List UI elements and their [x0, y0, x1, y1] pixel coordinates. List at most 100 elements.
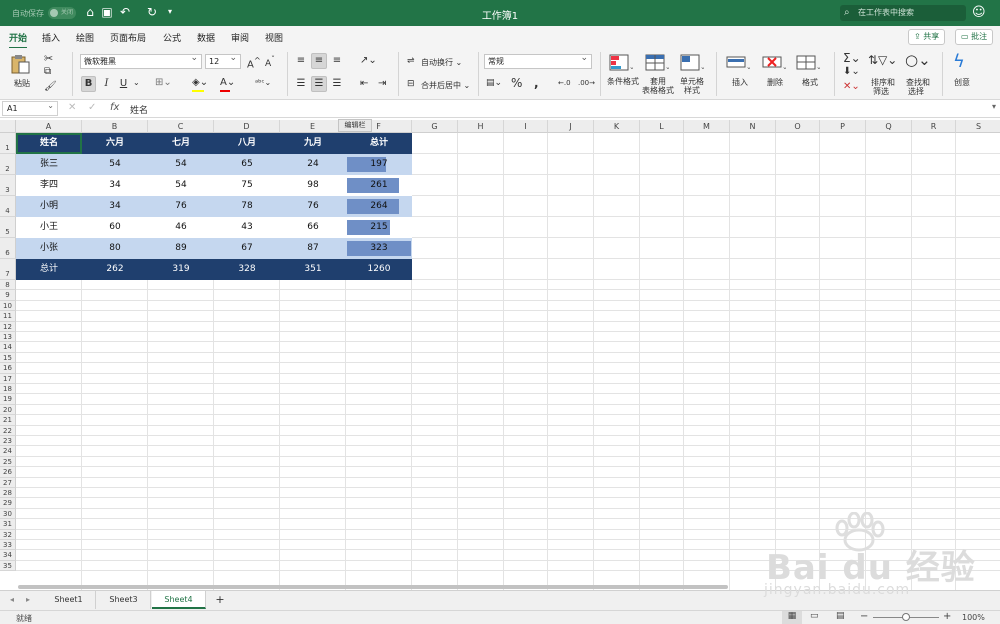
increase-decimal-icon[interactable]: ←.0 — [558, 79, 571, 87]
row-header-33[interactable]: 33 — [0, 540, 16, 551]
row-header-27[interactable]: 27 — [0, 477, 16, 488]
header-cell[interactable]: 九月 — [280, 133, 346, 154]
row-header-1[interactable]: 1 — [0, 133, 16, 154]
tab-page-layout[interactable]: 页面布局 — [110, 31, 146, 44]
prev-sheet-icon[interactable]: ◂ — [4, 591, 20, 609]
data-cell[interactable]: 24 — [280, 154, 346, 175]
data-cell[interactable]: 张三 — [16, 154, 82, 175]
column-header-i[interactable]: I — [504, 120, 548, 133]
font-name-select[interactable]: 微软雅黑 — [80, 52, 202, 69]
format-painter-icon[interactable]: 🖌 — [44, 81, 57, 92]
font-size-select[interactable]: 12 — [205, 52, 241, 69]
row-header-26[interactable]: 26 — [0, 467, 16, 478]
paste-icon[interactable] — [9, 54, 33, 74]
horizontal-scrollbar[interactable] — [18, 585, 728, 589]
confirm-entry-icon[interactable]: ✓ — [88, 102, 96, 113]
zoom-out-icon[interactable]: − — [860, 611, 868, 622]
next-sheet-icon[interactable]: ▸ — [20, 591, 36, 609]
wrap-text-icon[interactable]: ⇌ — [407, 56, 415, 66]
row-header-15[interactable]: 15 — [0, 352, 16, 364]
cut-icon[interactable]: ✂ — [44, 52, 53, 65]
wrap-text-button[interactable]: 自动换行 ⌄ — [421, 57, 462, 68]
data-cell[interactable]: 34 — [82, 175, 148, 196]
data-cell[interactable]: 小明 — [16, 196, 82, 217]
data-cell[interactable]: 261 — [346, 175, 412, 196]
select-all-corner[interactable] — [0, 120, 16, 133]
data-cell[interactable]: 60 — [82, 217, 148, 238]
row-header-24[interactable]: 24 — [0, 446, 16, 457]
column-header-k[interactable]: K — [594, 120, 640, 133]
column-header-e[interactable]: E — [280, 120, 346, 133]
cancel-entry-icon[interactable]: ✕ — [68, 102, 76, 113]
column-header-l[interactable]: L — [640, 120, 684, 133]
tab-draw[interactable]: 绘图 — [76, 31, 94, 44]
row-header-13[interactable]: 13 — [0, 332, 16, 343]
column-header-s[interactable]: S — [956, 120, 1000, 133]
total-cell[interactable]: 总计 — [16, 259, 82, 280]
column-header-p[interactable]: P — [820, 120, 866, 133]
total-cell[interactable]: 1260 — [346, 259, 412, 280]
data-cell[interactable]: 小张 — [16, 238, 82, 259]
redo-icon[interactable]: ↻ — [145, 5, 159, 19]
row-header-28[interactable]: 28 — [0, 488, 16, 499]
data-cell[interactable]: 43 — [214, 217, 280, 238]
row-header-9[interactable]: 9 — [0, 290, 16, 301]
comma-style-icon[interactable]: , — [534, 76, 539, 90]
row-header-34[interactable]: 34 — [0, 550, 16, 561]
column-header-c[interactable]: C — [148, 120, 214, 133]
row-header-6[interactable]: 6 — [0, 238, 16, 259]
row-header-7[interactable]: 7 — [0, 259, 16, 280]
total-cell[interactable]: 328 — [214, 259, 280, 280]
row-header-10[interactable]: 10 — [0, 300, 16, 312]
font-color-icon[interactable]: A⌄ — [220, 77, 235, 88]
data-cell[interactable]: 54 — [148, 175, 214, 196]
row-header-18[interactable]: 18 — [0, 384, 16, 395]
table-format-icon[interactable]: ⌄ — [645, 53, 669, 73]
data-cell[interactable]: 54 — [82, 154, 148, 175]
tab-review[interactable]: 审阅 — [231, 31, 249, 44]
row-header-8[interactable]: 8 — [0, 280, 16, 291]
align-top-icon[interactable]: ≡ — [293, 53, 309, 69]
save-icon[interactable]: ▣ — [100, 5, 114, 19]
cell-style-icon[interactable]: ⌄ — [680, 53, 704, 73]
row-header-14[interactable]: 14 — [0, 342, 16, 353]
name-box[interactable]: A1 — [2, 99, 58, 116]
align-bottom-icon[interactable]: ≡ — [329, 53, 345, 69]
data-cell[interactable]: 215 — [346, 217, 412, 238]
tab-view[interactable]: 视图 — [265, 31, 283, 44]
row-header-11[interactable]: 11 — [0, 311, 16, 322]
add-sheet-icon[interactable]: + — [210, 591, 230, 609]
copy-icon[interactable]: ⧉ — [44, 66, 51, 77]
sheet-tab-sheet3[interactable]: Sheet3 — [97, 591, 151, 609]
accounting-format-icon[interactable]: ▤⌄ — [486, 78, 502, 88]
total-cell[interactable]: 351 — [280, 259, 346, 280]
autosum-icon[interactable]: Σ⌄ — [843, 51, 861, 65]
underline-button[interactable]: U — [116, 76, 131, 92]
decrease-decimal-icon[interactable]: .00→ — [578, 79, 595, 87]
undo-icon[interactable]: ↶ — [118, 5, 132, 19]
data-cell[interactable]: 197 — [346, 154, 412, 175]
zoom-in-icon[interactable]: + — [943, 611, 951, 622]
data-cell[interactable]: 46 — [148, 217, 214, 238]
format-cells-icon[interactable]: ⌄ — [796, 53, 820, 73]
data-cell[interactable]: 264 — [346, 196, 412, 217]
data-cell[interactable]: 34 — [82, 196, 148, 217]
row-header-21[interactable]: 21 — [0, 415, 16, 426]
percent-icon[interactable]: % — [511, 76, 522, 90]
data-cell[interactable]: 80 — [82, 238, 148, 259]
formula-input[interactable]: 姓名 — [130, 103, 148, 116]
row-header-32[interactable]: 32 — [0, 529, 16, 540]
row-header-12[interactable]: 12 — [0, 321, 16, 332]
row-header-16[interactable]: 16 — [0, 363, 16, 374]
align-left-icon[interactable]: ☰ — [293, 76, 309, 92]
row-header-4[interactable]: 4 — [0, 196, 16, 217]
row-header-2[interactable]: 2 — [0, 154, 16, 175]
column-header-a[interactable]: A — [16, 120, 82, 133]
header-cell[interactable]: 七月 — [148, 133, 214, 154]
data-cell[interactable]: 323 — [346, 238, 412, 259]
tab-formulas[interactable]: 公式 — [163, 31, 181, 44]
feedback-smiley-icon[interactable]: ☺ — [972, 5, 986, 20]
data-cell[interactable]: 54 — [148, 154, 214, 175]
conditional-format-icon[interactable]: ⌄ — [609, 53, 633, 73]
increase-indent-icon[interactable]: ⇥ — [378, 78, 386, 89]
